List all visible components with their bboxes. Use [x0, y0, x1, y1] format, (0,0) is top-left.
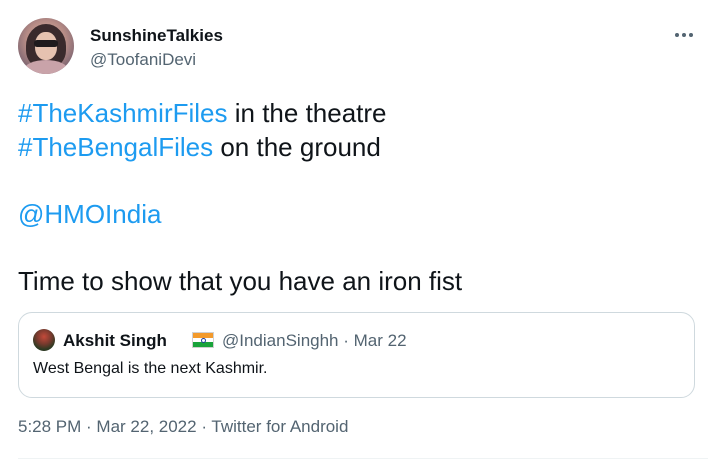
flag-white-stripe: [193, 337, 213, 343]
ellipsis-icon[interactable]: [670, 26, 698, 44]
flag-chakra: [201, 337, 206, 343]
quoted-author-avatar[interactable]: [33, 329, 55, 351]
ellipsis-dot: [675, 33, 679, 37]
line-break: [18, 164, 708, 197]
avatar-sunglasses: [34, 40, 58, 47]
tweet-line: Time to show that you have an iron fist: [18, 264, 708, 298]
tweet-body: #TheKashmirFiles in the theatre #TheBeng…: [18, 96, 708, 298]
tweet-metadata: 5:28 PM · Mar 22, 2022 · Twitter for And…: [18, 417, 348, 437]
hashtag-link[interactable]: #TheBengalFiles: [18, 132, 213, 162]
author-handle[interactable]: @ToofaniDevi: [90, 50, 196, 70]
author-display-name[interactable]: SunshineTalkies: [90, 26, 223, 46]
tweet-line: @HMOIndia: [18, 197, 708, 231]
tweet-text-fragment: on the ground: [213, 132, 381, 162]
tweet-line: #TheKashmirFiles in the theatre: [18, 96, 708, 130]
mention-link[interactable]: @HMOIndia: [18, 199, 161, 229]
india-flag-icon: [192, 332, 214, 348]
author-avatar[interactable]: [18, 18, 74, 74]
quoted-author-name[interactable]: Akshit Singh: [63, 331, 167, 351]
tweet-source-link[interactable]: Twitter for Android: [211, 417, 348, 436]
flag-green-stripe: [193, 342, 213, 347]
quoted-author-handle-date[interactable]: @IndianSinghh · Mar 22: [222, 331, 407, 351]
hashtag-link[interactable]: #TheKashmirFiles: [18, 98, 228, 128]
ellipsis-dot: [689, 33, 693, 37]
tweet-text-fragment: Time to show that you have an iron fist: [18, 266, 463, 296]
avatar-shirt: [24, 60, 68, 74]
tweet-text-fragment: in the theatre: [227, 98, 387, 128]
quoted-tweet-card[interactable]: Akshit Singh @IndianSinghh · Mar 22 West…: [18, 312, 695, 398]
tweet-line: #TheBengalFiles on the ground: [18, 130, 708, 164]
line-break: [18, 231, 708, 264]
ellipsis-dot: [682, 33, 686, 37]
tweet-timestamp-link[interactable]: 5:28 PM · Mar 22, 2022 ·: [18, 417, 211, 436]
divider: [18, 458, 708, 459]
quoted-tweet-text: West Bengal is the next Kashmir.: [33, 360, 268, 377]
